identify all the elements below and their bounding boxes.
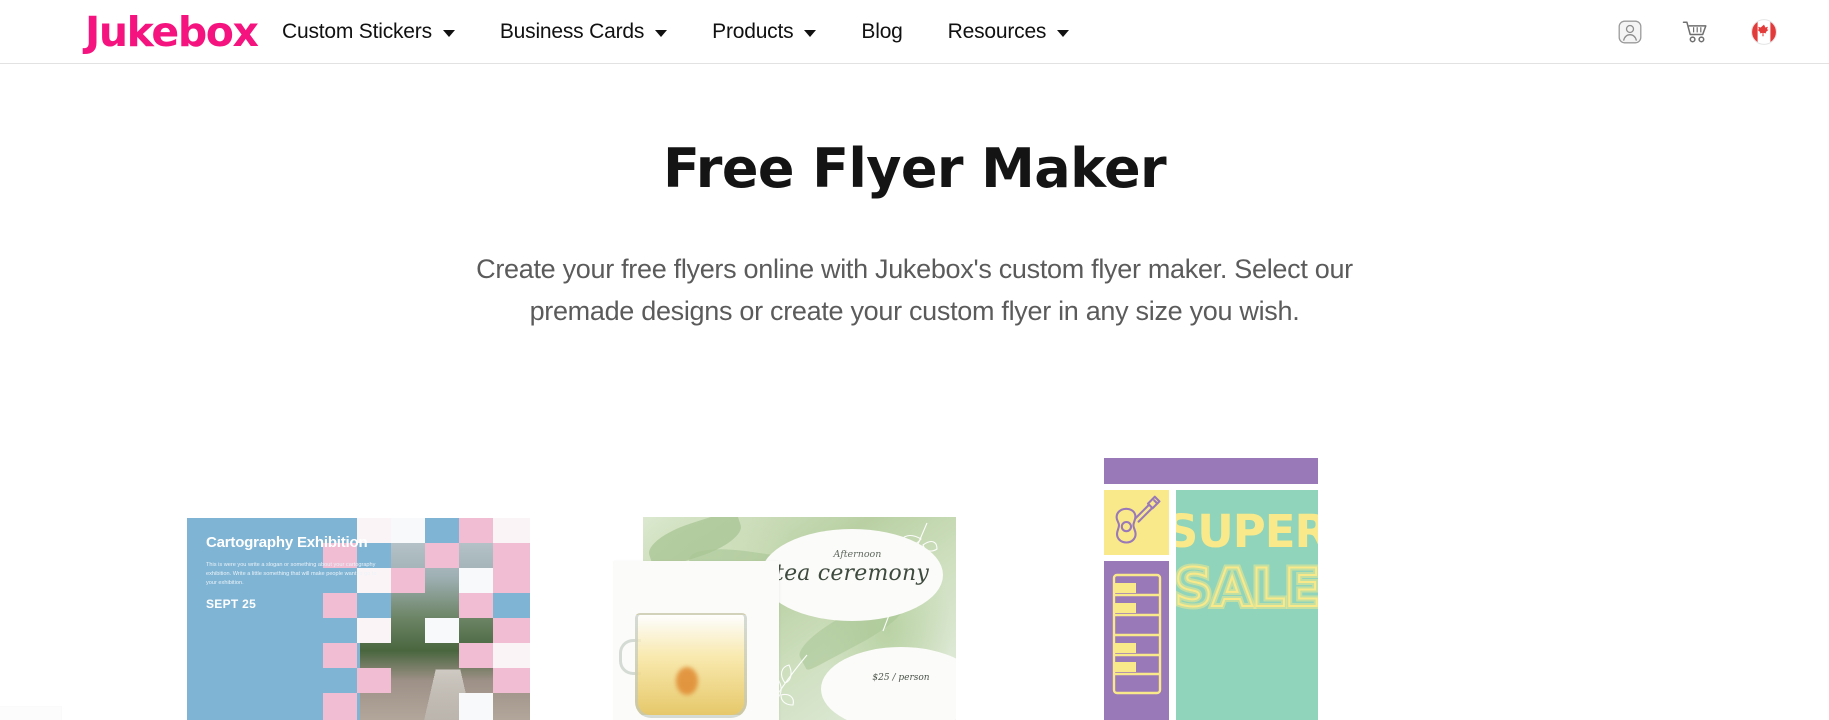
- site-logo[interactable]: Jukebox: [85, 11, 259, 53]
- page-title: Free Flyer Maker: [662, 137, 1167, 200]
- nav-item-resources[interactable]: Resources: [948, 0, 1070, 64]
- nav-label: Resources: [947, 20, 1047, 43]
- canada-flag-icon: [1751, 19, 1777, 45]
- nav-label: Custom Stickers: [282, 20, 432, 43]
- cartography-text-block: Cartography Exhibition This is were you …: [206, 534, 406, 588]
- supersale-top-bar: [1104, 458, 1318, 484]
- template-card-cartography-exhibition[interactable]: Cartography Exhibition This is were you …: [187, 518, 530, 720]
- page-subtitle: Create your free flyers online with Juke…: [476, 254, 1353, 326]
- corner-widget-sliver[interactable]: [0, 706, 62, 720]
- nav-item-blog[interactable]: Blog: [861, 0, 902, 64]
- nav-item-products[interactable]: Products: [712, 0, 817, 64]
- main-navigation: Custom Stickers Business Cards Products …: [282, 0, 1070, 64]
- piano-panel: [1104, 561, 1169, 720]
- tea-cup-photo: [635, 613, 747, 718]
- locale-selector[interactable]: [1741, 9, 1787, 55]
- chevron-down-icon: [442, 30, 455, 37]
- chevron-down-icon: [655, 30, 668, 37]
- supersale-line-2: SALE: [1176, 558, 1318, 619]
- piano-keys-icon: [1112, 573, 1162, 695]
- template-title: tea ceremony: [775, 561, 929, 586]
- hero-section: Free Flyer Maker Create your free flyers…: [0, 64, 1829, 332]
- template-card-super-sale[interactable]: SUPER SALE SALE: [1103, 458, 1318, 720]
- header-actions: [1607, 0, 1829, 64]
- chevron-down-icon: [804, 30, 817, 37]
- nav-item-custom-stickers[interactable]: Custom Stickers: [282, 0, 455, 64]
- chevron-down-icon: [1057, 30, 1070, 37]
- account-button[interactable]: [1607, 9, 1653, 55]
- template-body: This is were you write a slogan or somet…: [206, 562, 377, 586]
- template-title: Cartography Exhibition: [206, 534, 368, 551]
- template-price: $25 / person: [872, 673, 930, 683]
- nav-label: Business Cards: [499, 20, 645, 43]
- supersale-line-1: SUPER: [1176, 505, 1318, 558]
- template-card-afternoon-tea-ceremony[interactable]: Afternoon tea ceremony $25 / person: [613, 517, 956, 720]
- template-date: SEPT 25: [206, 597, 257, 611]
- supersale-main-panel: SUPER SALE SALE: [1176, 490, 1318, 720]
- template-eyebrow: Afternoon: [833, 549, 882, 560]
- cart-button[interactable]: [1673, 9, 1719, 55]
- shopping-cart-icon: [1682, 21, 1707, 43]
- tea-price-oval: $25 / person: [821, 647, 956, 720]
- nav-label: Products: [712, 20, 794, 43]
- template-gallery: Cartography Exhibition This is were you …: [0, 455, 1829, 720]
- user-account-icon: [1618, 20, 1642, 44]
- guitar-icon: [1115, 495, 1161, 544]
- guitar-panel: [1104, 490, 1169, 555]
- site-header: Jukebox Custom Stickers Business Cards P…: [0, 0, 1829, 64]
- tea-photo-card: [613, 561, 779, 720]
- nav-item-business-cards[interactable]: Business Cards: [499, 0, 668, 64]
- tea-title-oval: Afternoon tea ceremony: [761, 529, 943, 621]
- nav-label: Blog: [861, 20, 903, 43]
